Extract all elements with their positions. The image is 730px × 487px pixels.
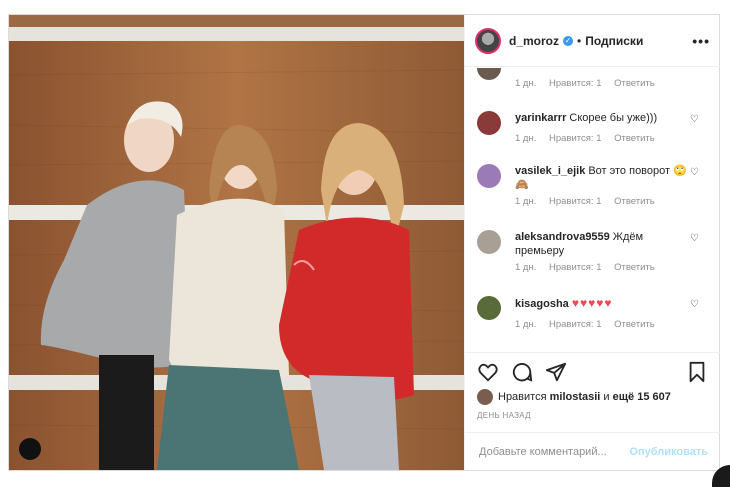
post-date[interactable]: ДЕНЬ НАЗАД [477, 411, 531, 420]
comment-likes[interactable]: Нравится: 1 [549, 319, 601, 330]
commenter-avatar[interactable] [477, 296, 501, 320]
post-header: d_moroz ✓ • Подписки ••• [465, 15, 720, 67]
commenter-avatar[interactable] [477, 111, 501, 135]
post-photo[interactable] [9, 15, 464, 470]
add-comment-bar: Опубликовать [465, 432, 720, 470]
comment-icon[interactable] [511, 361, 533, 383]
comment-item: kisagosha ♥♥♥♥♥ 1 дн. Нравится: 1 Ответит… [477, 296, 700, 330]
comment-text: ♥♥♥♥♥ [571, 296, 613, 310]
separator-dot: • [577, 33, 582, 48]
likes-prefix: Нравится [498, 391, 547, 403]
emoji-icon: 🙄 [673, 165, 687, 177]
comment-username[interactable]: yarinkarrr [515, 112, 566, 124]
comment-meta: 1 дн. Нравится: 1 Ответить [515, 78, 700, 89]
like-comment-heart-icon[interactable]: ♡ [690, 300, 700, 310]
comment-time[interactable]: 1 дн. [515, 319, 536, 330]
post-card: d_moroz ✓ • Подписки ••• 1 дн. Нравится:… [8, 14, 720, 471]
comment-likes[interactable]: Нравится: 1 [549, 262, 601, 273]
comment-reply-button[interactable]: Ответить [614, 196, 655, 207]
likes-count[interactable]: ещё 15 607 [613, 391, 671, 403]
commenter-avatar[interactable] [477, 68, 501, 80]
post-actions: Нравится milostasii и ещё 15 607 ДЕНЬ НА… [465, 352, 720, 433]
comment-username[interactable]: vasilek_i_ejik [515, 165, 585, 177]
comment-item: aleksandrova9559 Ждём премьеру 1 дн. Нрав… [477, 230, 700, 273]
comment-username[interactable]: aleksandrova9559 [515, 231, 610, 243]
comment-username[interactable]: kisagosha [515, 298, 569, 310]
likes-summary[interactable]: Нравится milostasii и ещё 15 607 [477, 389, 671, 405]
comment-item: vasilek_i_ejik Вот это поворот 🙄 🙈 1 дн. Н… [477, 164, 700, 207]
like-heart-icon[interactable] [477, 361, 499, 383]
liker-username[interactable]: milostasii [550, 391, 601, 403]
comment-meta: 1 дн. Нравится: 1 Ответить [515, 262, 700, 273]
comment-meta: 1 дн. Нравится: 1 Ответить [515, 196, 700, 207]
comment-time[interactable]: 1 дн. [515, 133, 536, 144]
comment-time[interactable]: 1 дн. [515, 78, 536, 89]
likes-conj: и [603, 391, 610, 403]
comment-meta: 1 дн. Нравится: 1 Ответить [515, 319, 700, 330]
comment-reply-button[interactable]: Ответить [614, 262, 655, 273]
comment-reply-button[interactable]: Ответить [614, 319, 655, 330]
emoji-icon: 🙈 [515, 179, 529, 191]
comment-likes[interactable]: Нравится: 1 [549, 133, 601, 144]
comment-likes[interactable]: Нравится: 1 [549, 78, 601, 89]
comment-item: yarinkarrr Скорее бы уже))) 1 дн. Нравитс… [477, 111, 700, 144]
publish-button[interactable]: Опубликовать [629, 446, 708, 458]
like-comment-heart-icon[interactable]: ♡ [690, 234, 700, 244]
like-comment-heart-icon[interactable]: ♡ [690, 68, 700, 70]
comment-text: Скорее бы уже))) [569, 112, 658, 124]
comment-likes[interactable]: Нравится: 1 [549, 196, 601, 207]
like-comment-heart-icon[interactable]: ♡ [690, 168, 700, 178]
comment-time[interactable]: 1 дн. [515, 262, 536, 273]
like-comment-heart-icon[interactable]: ♡ [690, 115, 700, 125]
comment-reply-button[interactable]: Ответить [614, 78, 655, 89]
save-bookmark-icon[interactable] [686, 361, 708, 383]
more-options-icon[interactable]: ••• [692, 33, 710, 49]
author-username[interactable]: d_moroz [509, 34, 559, 48]
following-button[interactable]: Подписки [585, 34, 643, 48]
commenter-avatar[interactable] [477, 230, 501, 254]
share-icon[interactable] [545, 361, 567, 383]
post-side-panel: d_moroz ✓ • Подписки ••• 1 дн. Нравится:… [464, 15, 720, 470]
tag-people-button[interactable] [19, 438, 41, 460]
author-avatar[interactable] [475, 27, 501, 54]
comment-meta: 1 дн. Нравится: 1 Ответить [515, 133, 700, 144]
add-comment-input[interactable] [477, 444, 630, 459]
comment-item: 1 дн. Нравится: 1 Ответить ♡ [477, 68, 700, 89]
comment-reply-button[interactable]: Ответить [614, 133, 655, 144]
comment-time[interactable]: 1 дн. [515, 196, 536, 207]
comments-list[interactable]: 1 дн. Нравится: 1 Ответить ♡ yarinkarrrС… [465, 68, 720, 351]
verified-badge-icon: ✓ [563, 35, 574, 46]
liker-avatar [477, 389, 493, 405]
commenter-avatar[interactable] [477, 164, 501, 188]
comment-text: Вот это поворот [588, 165, 671, 177]
